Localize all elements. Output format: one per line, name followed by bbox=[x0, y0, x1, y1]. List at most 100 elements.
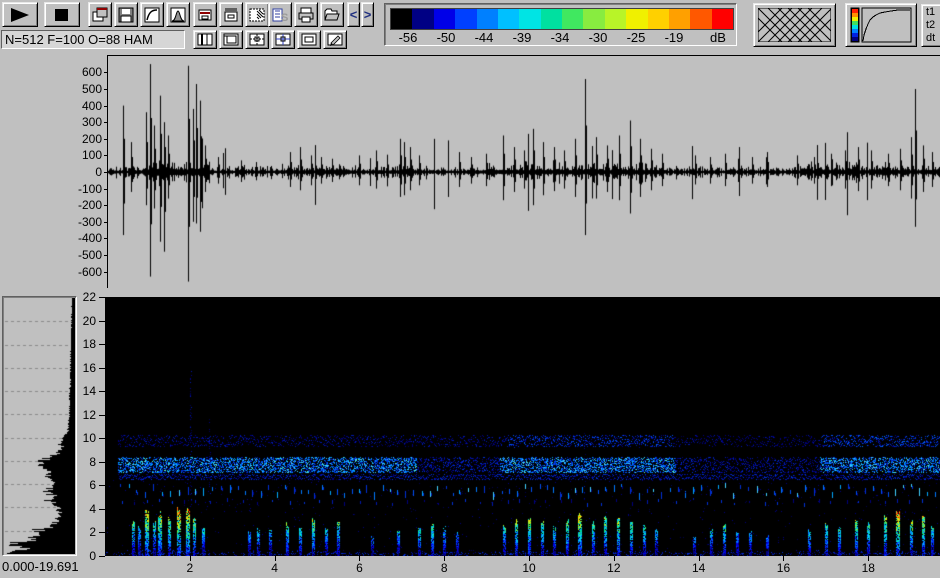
wave-ytick-mark bbox=[104, 89, 108, 90]
waveform-display[interactable] bbox=[108, 56, 940, 288]
wave-ytick-mark bbox=[104, 106, 108, 107]
spec-ytick-mark bbox=[99, 415, 105, 416]
spec-ytick-mark bbox=[99, 485, 105, 486]
colorbar-segment bbox=[669, 9, 690, 29]
colorbar-segment bbox=[605, 9, 626, 29]
wave-ytick-label: 600 bbox=[58, 65, 102, 79]
colorbar-segment bbox=[541, 9, 562, 29]
colorbar-segment bbox=[562, 9, 583, 29]
wave-ytick-mark bbox=[104, 155, 108, 156]
wave-ytick-label: 300 bbox=[58, 115, 102, 129]
color-scale-panel: -56-50-44-39-34-30-25-19dB bbox=[384, 3, 737, 46]
spec-ytick-label: 4 bbox=[70, 502, 96, 516]
play-button[interactable] bbox=[2, 2, 38, 27]
print-button[interactable] bbox=[294, 2, 318, 27]
selection-window-icon bbox=[249, 7, 265, 23]
layout-quad-cross-button[interactable] bbox=[271, 30, 295, 49]
edit-pencil-icon bbox=[327, 33, 343, 46]
colorbar-segment bbox=[412, 9, 433, 29]
transfer-curve-button[interactable] bbox=[140, 2, 164, 27]
colorbar-segment bbox=[626, 9, 647, 29]
colorbar-segment bbox=[455, 9, 476, 29]
save-icon bbox=[118, 7, 134, 23]
spectrogram-display[interactable] bbox=[105, 297, 940, 556]
save-button[interactable] bbox=[114, 2, 138, 27]
wave-ytick-label: 200 bbox=[58, 132, 102, 146]
signal-window-button[interactable] bbox=[193, 2, 217, 27]
colorbar-tick-label: -30 bbox=[583, 30, 613, 45]
wave-ytick-label: -400 bbox=[58, 231, 102, 245]
spec-ytick-mark bbox=[99, 438, 105, 439]
wave-ytick-label: -500 bbox=[58, 248, 102, 262]
cascade-windows-icon bbox=[92, 7, 108, 23]
layout-columns-button[interactable] bbox=[193, 30, 217, 49]
colorbar-tick-label: -25 bbox=[621, 30, 651, 45]
spec-xtick-label: 6 bbox=[347, 561, 371, 575]
layout-frame-button[interactable] bbox=[297, 30, 321, 49]
spec-ytick-label: 10 bbox=[70, 431, 96, 445]
wave-ytick-label: 400 bbox=[58, 99, 102, 113]
wave-ytick-mark bbox=[104, 189, 108, 190]
colorbar-tick-label: -39 bbox=[507, 30, 537, 45]
wave-ytick-mark bbox=[104, 72, 108, 73]
spec-ytick-mark bbox=[99, 297, 105, 298]
transfer-curve-icon bbox=[144, 7, 160, 23]
layout-quad-button[interactable] bbox=[245, 30, 269, 49]
layout-quad-icon bbox=[249, 33, 265, 46]
print-icon bbox=[298, 7, 314, 23]
marker-window-button[interactable] bbox=[219, 2, 243, 27]
colorbar-segment bbox=[648, 9, 669, 29]
colorbar-tick-label: -56 bbox=[393, 30, 423, 45]
color-scale-labels: -56-50-44-39-34-30-25-19dB bbox=[385, 30, 736, 46]
edit-annotation-button[interactable] bbox=[323, 30, 347, 49]
colorbar-segment bbox=[712, 9, 733, 29]
wave-ytick-mark bbox=[104, 272, 108, 273]
spectrogram-app-window: S < > N=512 F=100 O=88 HAM -56-50-44-39-… bbox=[0, 0, 940, 578]
waveform-plot-frame bbox=[107, 55, 940, 288]
next-button[interactable]: > bbox=[361, 2, 374, 27]
hatch-pattern-button[interactable] bbox=[753, 3, 836, 47]
spec-ytick-label: 16 bbox=[70, 361, 96, 375]
colorbar-segment bbox=[434, 9, 455, 29]
prev-button[interactable]: < bbox=[347, 2, 360, 27]
wave-ytick-label: 100 bbox=[58, 148, 102, 162]
palette-curve-button[interactable] bbox=[845, 3, 917, 47]
film-s-button[interactable]: S bbox=[268, 2, 292, 27]
spec-ytick-mark bbox=[99, 556, 105, 557]
film-s-icon: S bbox=[272, 7, 288, 23]
cascade-windows-button[interactable] bbox=[88, 2, 112, 27]
hatch-pattern-icon bbox=[758, 8, 831, 42]
spec-ytick-mark bbox=[99, 462, 105, 463]
spec-xtick-label: 12 bbox=[602, 561, 626, 575]
spec-ytick-label: 18 bbox=[70, 337, 96, 351]
open-file-button[interactable] bbox=[320, 2, 344, 27]
layout-inset-icon bbox=[223, 33, 239, 46]
spec-ytick-mark bbox=[99, 509, 105, 510]
window-function-button[interactable] bbox=[166, 2, 190, 27]
stop-icon bbox=[54, 7, 70, 23]
signal-window-icon bbox=[197, 7, 213, 23]
wave-ytick-label: -100 bbox=[58, 182, 102, 196]
selection-window-button[interactable] bbox=[245, 2, 269, 27]
spec-xtick-label: 8 bbox=[432, 561, 456, 575]
play-icon bbox=[9, 7, 31, 23]
open-folder-icon bbox=[324, 7, 340, 23]
spec-ytick-label: 12 bbox=[70, 408, 96, 422]
stop-button[interactable] bbox=[44, 2, 80, 27]
colorbar-segment bbox=[690, 9, 711, 29]
colorbar-tick-label: -19 bbox=[659, 30, 689, 45]
spec-ytick-mark bbox=[99, 532, 105, 533]
layout-inset-button[interactable] bbox=[219, 30, 243, 49]
layout-columns-icon bbox=[197, 33, 213, 46]
fft-settings-text: N=512 F=100 O=88 HAM bbox=[5, 32, 153, 47]
spec-xtick-label: 18 bbox=[856, 561, 880, 575]
palette-curve-icon bbox=[850, 7, 912, 43]
wave-ytick-mark bbox=[104, 139, 108, 140]
colorbar-segment bbox=[391, 9, 412, 29]
wave-ytick-mark bbox=[104, 122, 108, 123]
marker-readout-panel: t1 t2 dt bbox=[921, 4, 940, 47]
wave-ytick-mark bbox=[104, 172, 108, 173]
wave-ytick-label: -300 bbox=[58, 215, 102, 229]
colorbar-segment bbox=[583, 9, 604, 29]
time-range-label: 0.000-19.691 bbox=[2, 559, 79, 574]
